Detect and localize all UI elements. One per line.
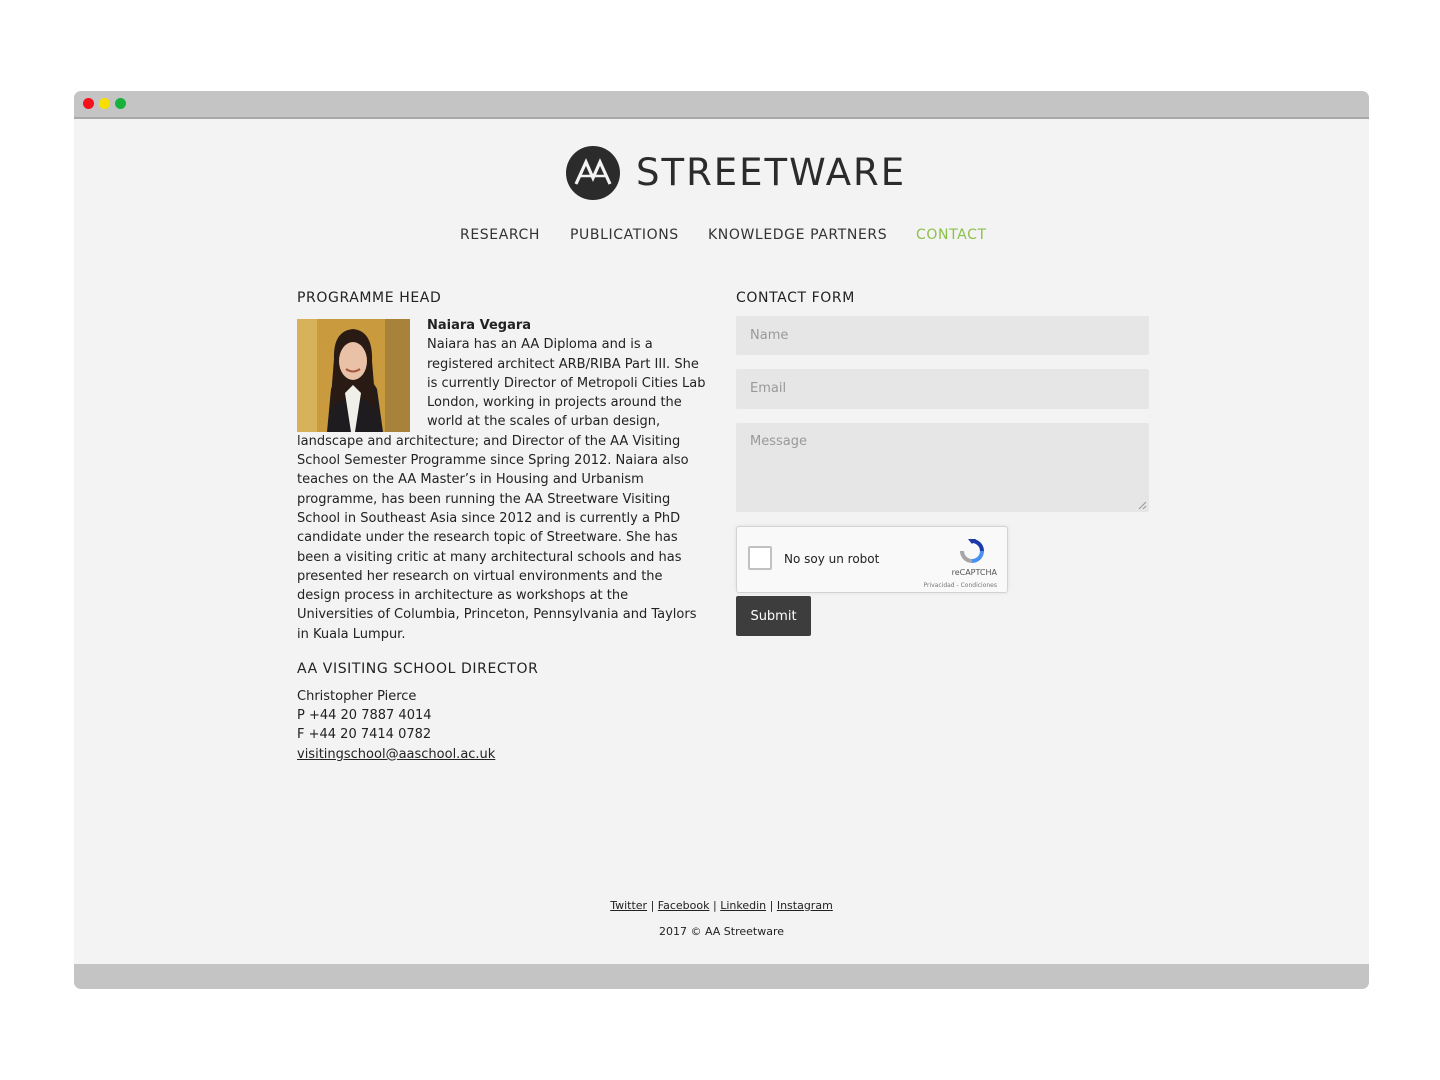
recaptcha-terms-link[interactable]: Privacidad - Condiciones [923, 582, 997, 589]
social-links: Twitter | Facebook | Linkedin | Instagra… [74, 899, 1369, 912]
copyright: 2017 © AA Streetware [658, 925, 785, 938]
facebook-link[interactable]: Facebook [658, 899, 710, 912]
submit-button[interactable]: Submit [736, 596, 811, 636]
browser-window: STREETWARE RESEARCH PUBLICATIONS KNOWLED… [74, 91, 1369, 989]
window-titlebar [74, 91, 1369, 119]
aa-logo-icon [566, 146, 620, 200]
close-window-icon[interactable] [83, 98, 94, 109]
footer-separator: | [769, 899, 774, 912]
minimize-window-icon[interactable] [99, 98, 110, 109]
director-email-link[interactable]: visitingschool@aaschool.ac.uk [297, 747, 495, 762]
recaptcha-icon [960, 539, 984, 563]
nav-item-publications[interactable]: PUBLICATIONS [570, 227, 679, 243]
main-nav: RESEARCH PUBLICATIONS KNOWLEDGE PARTNERS… [74, 227, 1369, 247]
nav-item-research[interactable]: RESEARCH [460, 227, 540, 243]
footer-separator: | [712, 899, 717, 912]
instagram-link[interactable]: Instagram [777, 899, 833, 912]
linkedin-link[interactable]: Linkedin [720, 899, 766, 912]
twitter-link[interactable]: Twitter [610, 899, 647, 912]
recaptcha-label: No soy un robot [784, 552, 880, 566]
name-field[interactable]: Name [736, 316, 1149, 355]
director-phone: P +44 20 7887 4014 [297, 708, 432, 724]
zoom-window-icon[interactable] [115, 98, 126, 109]
email-field[interactable]: Email [736, 369, 1149, 409]
message-field-placeholder: Message [750, 434, 807, 449]
recaptcha-widget: No soy un robot reCAPTCHA Privacidad - C… [736, 526, 1008, 593]
director-fax: F +44 20 7414 0782 [297, 727, 432, 743]
recaptcha-brand: reCAPTCHA [951, 568, 997, 577]
contact-form-heading: CONTACT FORM [736, 290, 855, 306]
brand-name: STREETWARE [636, 151, 907, 194]
nav-item-contact[interactable]: CONTACT [916, 227, 987, 243]
name-field-placeholder: Name [750, 328, 789, 343]
email-field-placeholder: Email [750, 381, 787, 396]
window-bottom-bar [74, 964, 1369, 989]
message-field[interactable]: Message [736, 423, 1149, 512]
programme-head-bio: Naiara Vegara Naiara has an AA Diploma a… [297, 316, 707, 644]
director-name: Christopher Pierce [297, 689, 417, 704]
recaptcha-checkbox[interactable] [748, 546, 772, 570]
footer-separator: | [650, 899, 655, 912]
programme-head-heading: PROGRAMME HEAD [297, 290, 442, 306]
resize-handle-icon[interactable] [1138, 501, 1147, 510]
nav-item-knowledge-partners[interactable]: KNOWLEDGE PARTNERS [708, 227, 887, 243]
director-contact: Christopher Pierce P +44 20 7887 4014 F … [297, 687, 495, 764]
director-heading: AA VISITING SCHOOL DIRECTOR [297, 661, 539, 677]
